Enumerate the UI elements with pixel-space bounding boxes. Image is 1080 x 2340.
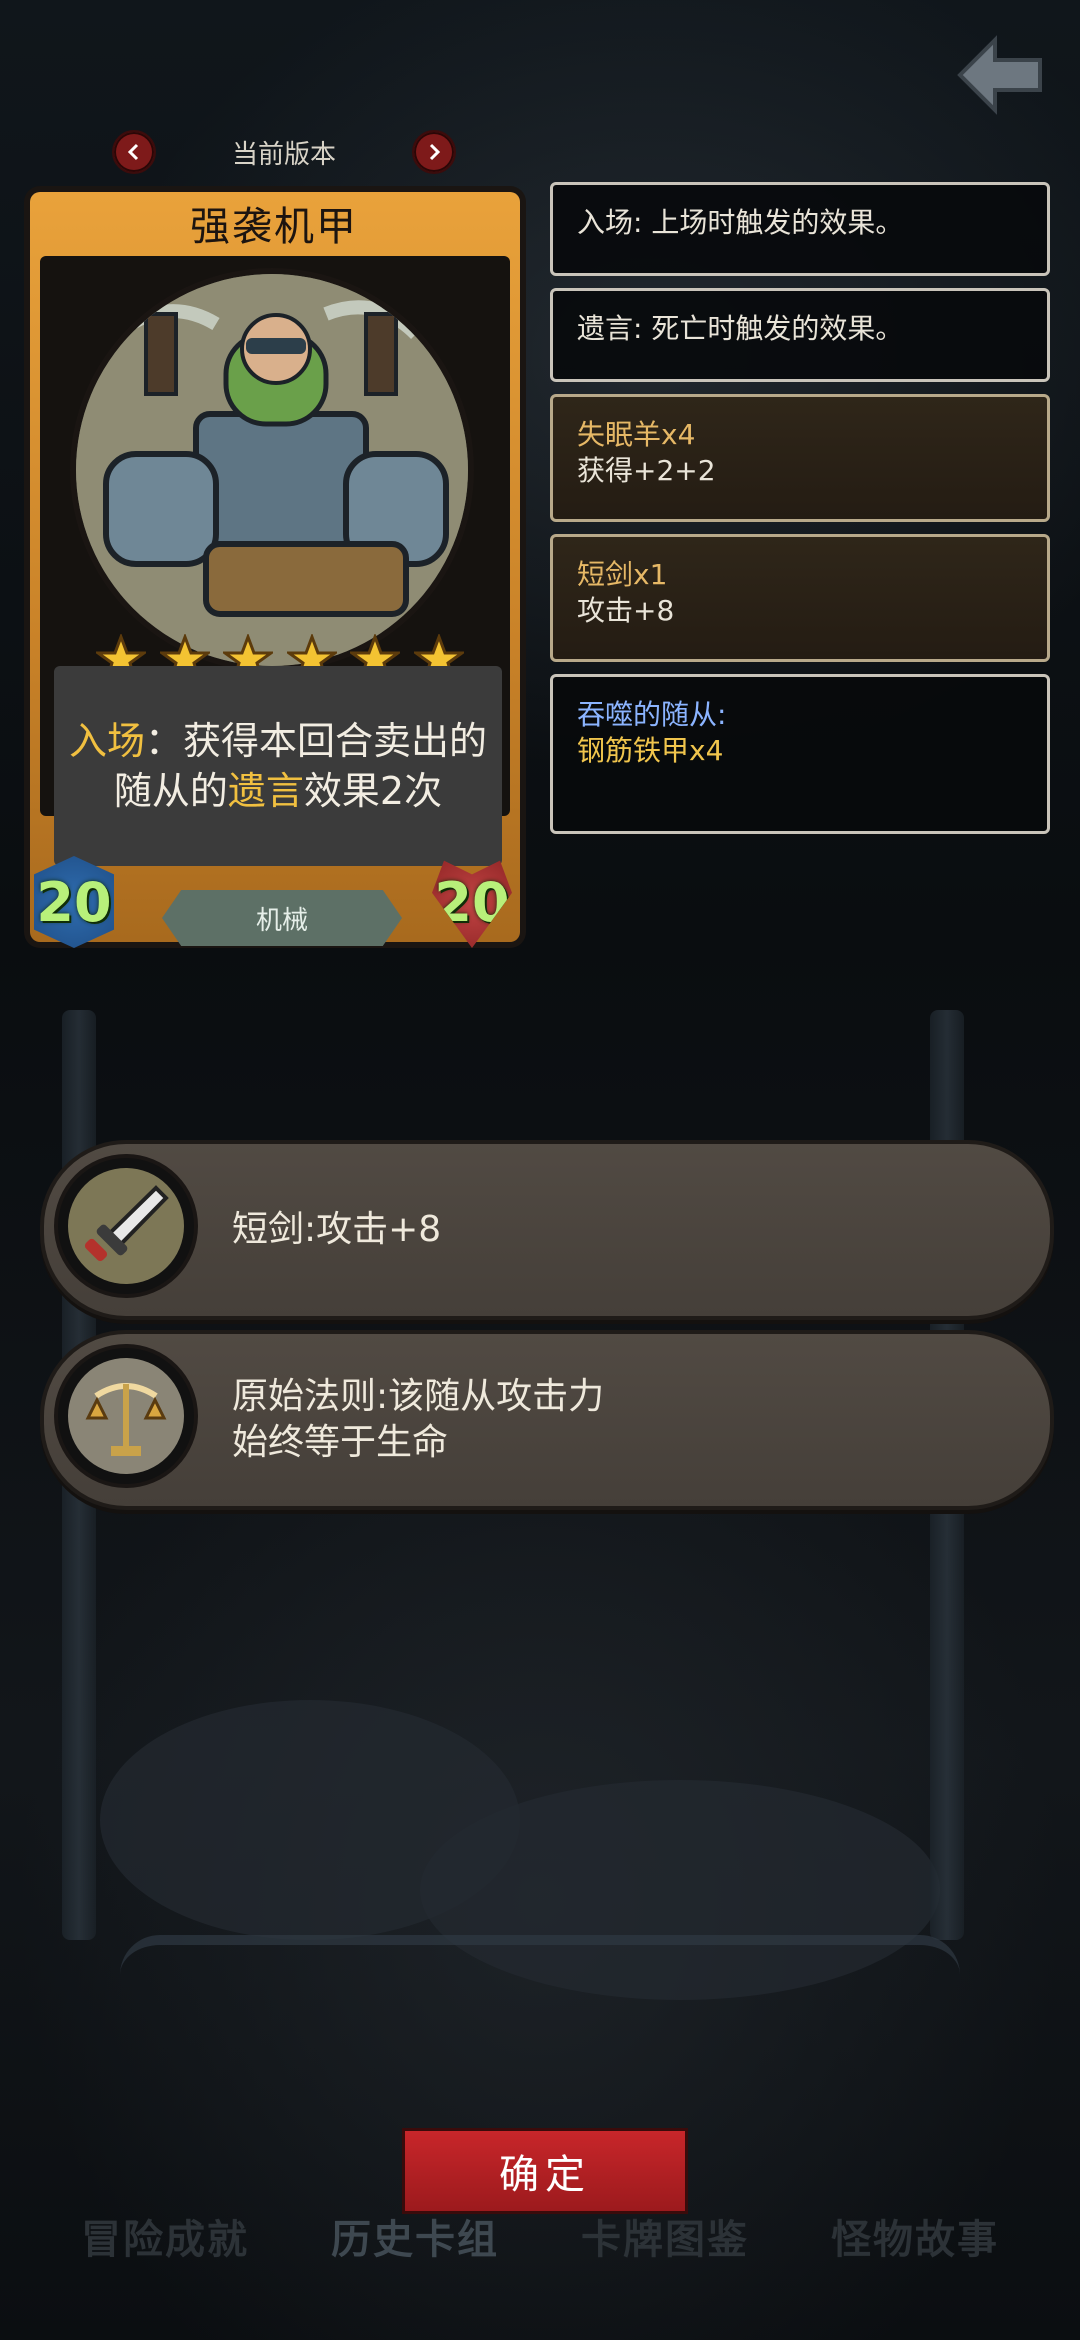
info-body: 钢筋铁甲x4: [577, 734, 724, 767]
description-text-end: 效果2次: [303, 769, 443, 813]
keyword-deathrattle: 遗言: [227, 769, 304, 813]
mech-illustration: [76, 274, 468, 666]
info-text: 遗言: 死亡时触发的效果。: [577, 312, 904, 345]
next-version-button[interactable]: [411, 130, 456, 174]
tab-monster-stories[interactable]: 怪物故事: [831, 2207, 999, 2265]
keyword-battlecry: 入场: [68, 719, 145, 763]
ability-dagger[interactable]: 短剑:攻击+8: [40, 1140, 1054, 1320]
ability-icon-frame: [58, 1158, 194, 1294]
tab-adventure-achievements[interactable]: 冒险成就: [81, 2207, 249, 2265]
ability-description-line1: 原始法则:该随从攻击力: [232, 1376, 605, 1417]
tab-card-collection[interactable]: 卡牌图鉴: [581, 2207, 749, 2265]
chevron-right-icon: [429, 143, 441, 161]
info-body: 攻击+8: [577, 594, 675, 627]
card-portrait: [76, 274, 468, 666]
ability-primal-law[interactable]: 原始法则:该随从攻击力 始终等于生命: [40, 1330, 1054, 1510]
info-battlecry: 入场: 上场时触发的效果。: [550, 182, 1050, 276]
tab-history-decks[interactable]: 历史卡组: [331, 2207, 499, 2265]
frame-bottom: [120, 1935, 960, 2015]
tribe-label: 机械: [162, 890, 402, 946]
info-title: 吞噬的随从:: [577, 698, 727, 731]
version-selector: 当前版本: [112, 128, 456, 176]
prev-version-button[interactable]: [112, 130, 156, 174]
info-deathrattle: 遗言: 死亡时触发的效果。: [550, 288, 1050, 382]
info-title: 短剑x1: [577, 558, 668, 591]
dagger-icon: [68, 1168, 184, 1284]
ability-icon-frame: [58, 1348, 194, 1484]
info-buff-sheep: 失眠羊x4 获得+2+2: [550, 394, 1050, 522]
ability-description: 短剑:攻击+8: [232, 1209, 442, 1250]
ability-text: 短剑:攻击+8: [232, 1144, 1012, 1316]
ability-text: 原始法则:该随从攻击力 始终等于生命: [232, 1334, 1012, 1506]
card-description: 入场：获得本回合卖出的随从的遗言效果2次: [54, 666, 502, 866]
info-title: 失眠羊x4: [577, 418, 696, 451]
info-devoured: 吞噬的随从: 钢筋铁甲x4: [550, 674, 1050, 834]
attack-value: 20: [34, 856, 114, 948]
scales-icon: [68, 1358, 184, 1474]
card-name: 强袭机甲: [190, 204, 358, 250]
info-buff-dagger: 短剑x1 攻击+8: [550, 534, 1050, 662]
minion-card[interactable]: 强袭机甲 入场：获得本回合卖出的随从的遗言效果2次 20 机械 20: [14, 186, 528, 954]
chevron-left-icon: [127, 143, 139, 161]
ability-description-line2: 始终等于生命: [232, 1422, 449, 1463]
back-arrow-icon: [957, 35, 1042, 115]
back-button[interactable]: [950, 30, 1050, 120]
info-body: 获得+2+2: [577, 454, 716, 487]
info-text: 入场: 上场时触发的效果。: [577, 206, 904, 239]
version-label: 当前版本: [231, 139, 336, 170]
bottom-tab-bar: 冒险成就 历史卡组 卡牌图鉴 怪物故事: [40, 2196, 1040, 2276]
